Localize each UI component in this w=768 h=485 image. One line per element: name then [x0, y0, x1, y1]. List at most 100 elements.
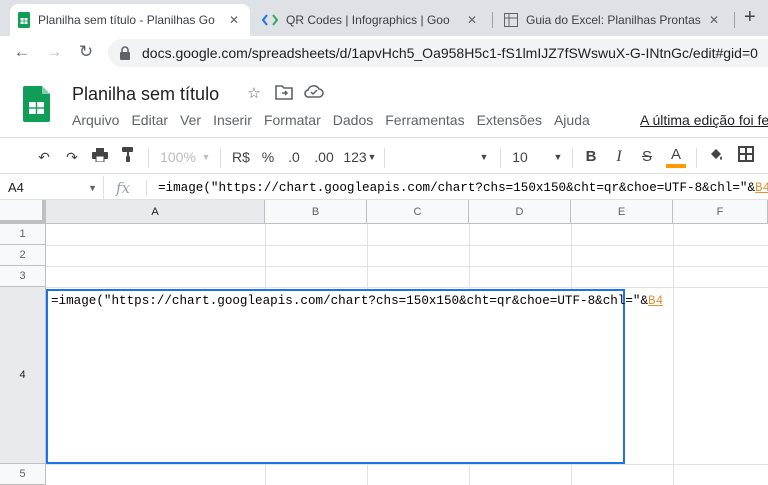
row-header-4[interactable]: 4 — [0, 287, 46, 464]
formula-cell-ref: B4 — [755, 181, 768, 195]
undo-icon[interactable]: ↶ — [34, 146, 54, 168]
excel-icon — [504, 13, 518, 27]
sheets-logo-icon[interactable] — [23, 86, 50, 122]
borders-icon[interactable] — [736, 146, 756, 168]
toolbar: ↶ ↷ 100% ▼ R$ % .0 .00 123 ▼ ▼ 10 ▼ B I … — [0, 140, 768, 174]
active-cell-editor[interactable]: =image("https://chart.googleapis.com/cha… — [46, 289, 663, 464]
tab-separator — [734, 12, 735, 28]
row-header-2[interactable]: 2 — [0, 245, 46, 266]
toolbar-separator — [500, 148, 501, 168]
browser-tab-strip: Planilha sem título - Planilhas Go ✕ QR … — [0, 0, 768, 36]
toolbar-separator — [572, 148, 573, 168]
currency-format-button[interactable]: R$ — [230, 146, 252, 168]
decrease-decimal-button[interactable]: .0 — [284, 146, 304, 168]
font-size-select[interactable]: 10 — [510, 146, 530, 168]
italic-button[interactable]: I — [610, 146, 628, 168]
menu-dados[interactable]: Dados — [327, 112, 379, 128]
row-header-1[interactable]: 1 — [0, 224, 46, 245]
tab-separator — [492, 12, 493, 28]
title-icons: ☆ — [244, 84, 324, 104]
code-icon — [262, 14, 278, 26]
formula-bar: A4 ▼ fx =image("https://chart.googleapis… — [0, 176, 768, 200]
sheets-icon — [18, 12, 30, 28]
browser-navbar: ← → ↻ docs.google.com/spreadsheets/d/1ap… — [0, 36, 768, 70]
tab-title: QR Codes | Infographics | Goo — [286, 13, 450, 27]
cell-reference: A4 — [8, 180, 24, 195]
formula-separator — [146, 180, 147, 196]
more-formats-button[interactable]: 123 — [342, 146, 368, 168]
column-header-c[interactable]: C — [367, 200, 469, 224]
address-bar[interactable]: docs.google.com/spreadsheets/d/1apvHch5_… — [108, 39, 768, 67]
menu-inserir[interactable]: Inserir — [207, 112, 258, 128]
row-header-3[interactable]: 3 — [0, 266, 46, 287]
menu-extensoes[interactable]: Extensões — [471, 112, 548, 128]
column-header-a[interactable]: A — [46, 200, 265, 224]
row-header-5[interactable]: 5 — [0, 464, 46, 485]
chevron-down-icon[interactable]: ▼ — [88, 176, 97, 200]
star-icon[interactable]: ☆ — [244, 84, 264, 104]
increase-decimal-button[interactable]: .00 — [312, 146, 336, 168]
cell-formula-ref: B4 — [648, 294, 664, 308]
column-header-b[interactable]: B — [265, 200, 367, 224]
zoom-select[interactable]: 100% — [160, 146, 196, 168]
close-tab-icon[interactable]: ✕ — [464, 13, 480, 27]
reload-icon[interactable]: ↻ — [76, 42, 96, 62]
formula-input[interactable]: =image("https://chart.googleapis.com/cha… — [158, 176, 768, 200]
column-header-d[interactable]: D — [469, 200, 571, 224]
grid-line — [673, 224, 674, 485]
back-arrow-icon[interactable]: ← — [12, 42, 32, 62]
name-box[interactable]: A4 ▼ — [0, 176, 104, 200]
toolbar-separator — [384, 148, 385, 168]
fill-color-icon[interactable] — [706, 146, 726, 168]
toolbar-separator — [696, 148, 697, 168]
tab-planilha[interactable]: Planilha sem título - Planilhas Go ✕ — [10, 4, 250, 36]
text-color-button[interactable]: A — [666, 146, 686, 168]
cloud-status-icon[interactable] — [304, 84, 324, 104]
tab-title: Guia do Excel: Planilhas Prontas — [526, 13, 701, 27]
tab-guia-excel[interactable]: Guia do Excel: Planilhas Prontas ✕ — [496, 4, 730, 36]
menu-formatar[interactable]: Formatar — [258, 112, 327, 128]
toolbar-separator — [148, 148, 149, 168]
font-family-chevron-icon[interactable]: ▼ — [478, 146, 490, 168]
formula-text: =image("https://chart.googleapis.com/cha… — [158, 181, 756, 195]
chevron-down-icon[interactable]: ▼ — [552, 146, 564, 168]
toolbar-separator — [220, 148, 221, 168]
bold-button[interactable]: B — [582, 146, 600, 168]
document-title[interactable]: Planilha sem título — [72, 84, 219, 105]
fx-icon: fx — [116, 179, 131, 197]
close-tab-icon[interactable]: ✕ — [706, 13, 722, 27]
tab-title: Planilha sem título - Planilhas Go — [38, 13, 215, 27]
forward-arrow-icon[interactable]: → — [44, 42, 64, 62]
spreadsheet-grid[interactable]: A B C D E F 1 2 3 4 5 =image("https://ch… — [0, 200, 768, 485]
grid-line — [46, 464, 768, 465]
menu-ajuda[interactable]: Ajuda — [548, 112, 596, 128]
url-text: docs.google.com/spreadsheets/d/1apvHch5_… — [142, 45, 758, 61]
close-tab-icon[interactable]: ✕ — [226, 13, 242, 27]
chevron-down-icon[interactable]: ▼ — [200, 146, 212, 168]
menu-arquivo[interactable]: Arquivo — [66, 112, 125, 128]
redo-icon[interactable]: ↷ — [62, 146, 82, 168]
last-edit-link[interactable]: A última edição foi fe — [640, 112, 768, 128]
cell-formula-text: =image("https://chart.googleapis.com/cha… — [51, 294, 663, 308]
grid-line — [46, 245, 768, 246]
menu-ferramentas[interactable]: Ferramentas — [379, 112, 470, 128]
percent-format-button[interactable]: % — [260, 146, 276, 168]
tab-qr-codes[interactable]: QR Codes | Infographics | Goo ✕ — [254, 4, 488, 36]
menu-ver[interactable]: Ver — [174, 112, 207, 128]
move-folder-icon[interactable] — [274, 84, 294, 104]
cell-formula-prefix: =image("https://chart.googleapis.com/cha… — [51, 294, 649, 308]
docs-header: Planilha sem título ☆ Arquivo Editar Ver… — [0, 70, 768, 138]
chevron-down-icon[interactable]: ▼ — [366, 146, 378, 168]
strikethrough-button[interactable]: S — [638, 146, 656, 168]
lock-icon — [120, 46, 130, 60]
select-all-corner[interactable] — [0, 200, 46, 224]
grid-line — [46, 266, 768, 267]
menu-editar[interactable]: Editar — [125, 112, 174, 128]
new-tab-button[interactable]: + — [744, 6, 756, 29]
grid-line — [46, 287, 768, 288]
menu-bar: Arquivo Editar Ver Inserir Formatar Dado… — [66, 112, 596, 128]
column-header-e[interactable]: E — [571, 200, 673, 224]
print-icon[interactable] — [90, 146, 110, 168]
paint-format-icon[interactable] — [118, 146, 138, 168]
column-header-f[interactable]: F — [673, 200, 768, 224]
